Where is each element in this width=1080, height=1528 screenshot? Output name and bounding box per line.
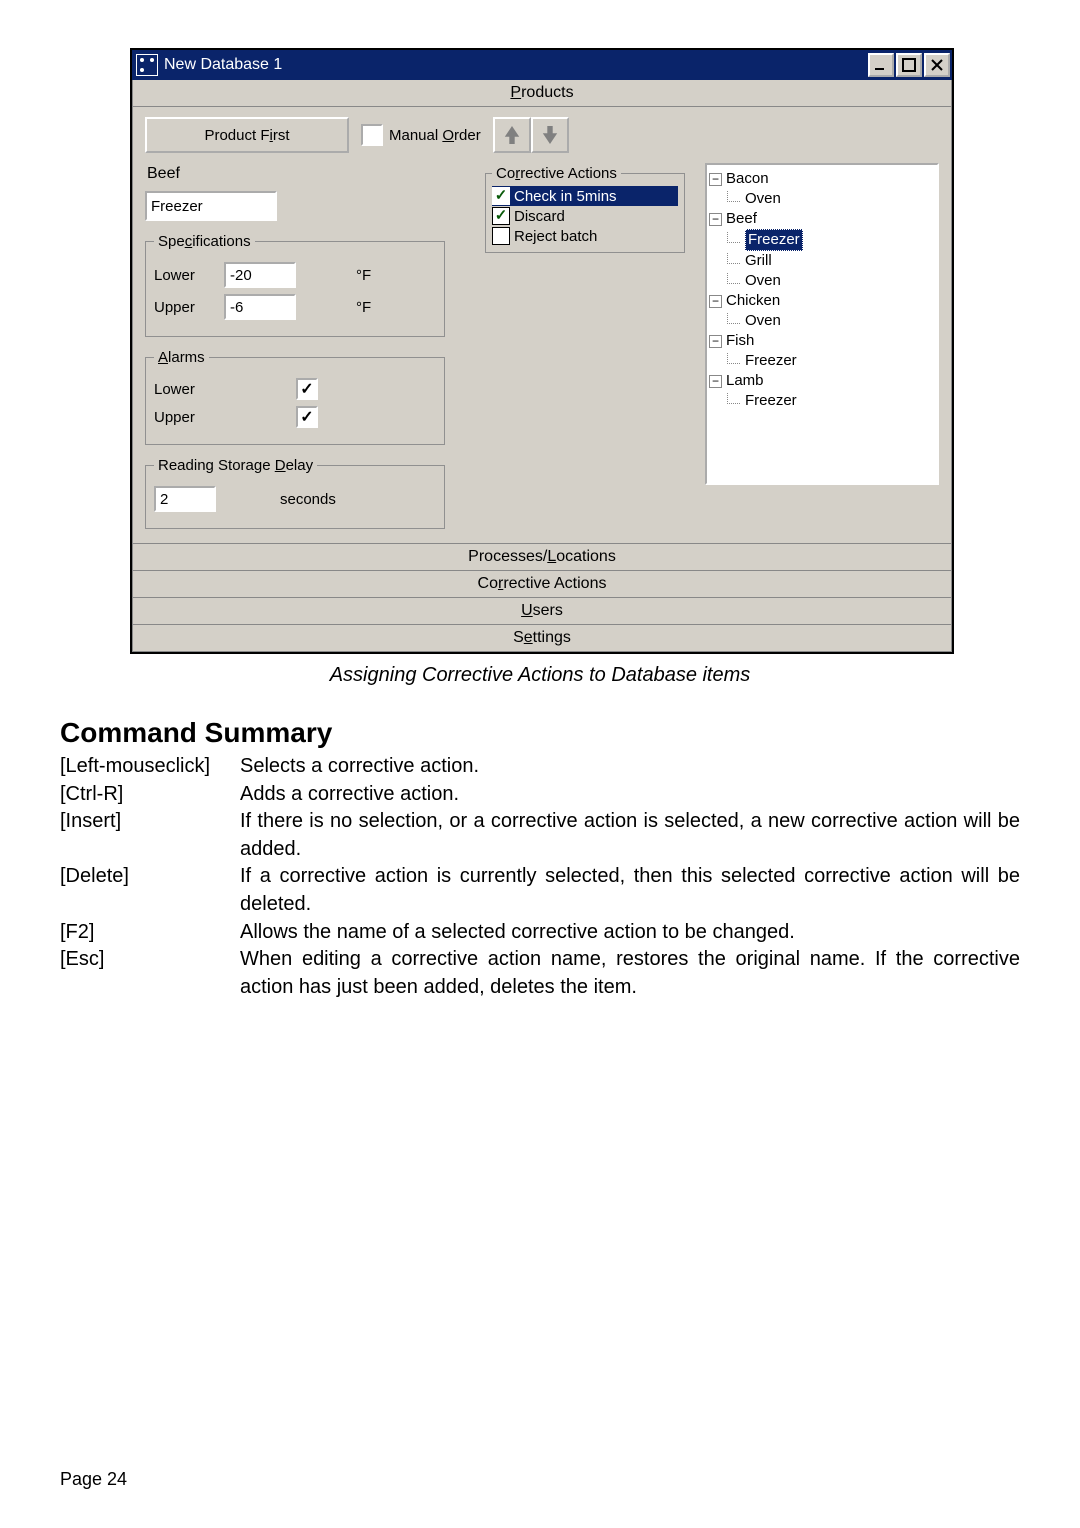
cmd-key: [Ctrl-R] bbox=[60, 781, 240, 809]
minimize-button[interactable] bbox=[868, 53, 894, 77]
reading-delay-input[interactable]: 2 bbox=[154, 486, 216, 512]
tree-expander-icon[interactable]: − bbox=[709, 295, 722, 308]
spec-upper-unit: °F bbox=[356, 299, 371, 316]
accordion-settings[interactable]: SettingsSettings bbox=[132, 625, 952, 652]
tree-node-bacon[interactable]: Bacon bbox=[726, 169, 769, 189]
manual-order-label: Manual Order bbox=[389, 127, 481, 144]
corrective-actions-group: Corrective ActionsCorrective Actions Che… bbox=[485, 165, 685, 253]
ca-item-discard[interactable]: Discard bbox=[492, 206, 678, 226]
figure-caption: Assigning Corrective Actions to Database… bbox=[60, 664, 1020, 687]
spec-lower-input[interactable]: -20 bbox=[224, 262, 296, 288]
alarm-upper-checkbox[interactable] bbox=[296, 406, 318, 428]
cmd-desc: If a corrective action is currently sele… bbox=[240, 863, 1020, 918]
cmd-desc: If there is no selection, or a correctiv… bbox=[240, 808, 1020, 863]
cmd-desc: Adds a corrective action. bbox=[240, 781, 1020, 809]
ca-item-label: Check in 5mins bbox=[514, 188, 617, 205]
cmd-key: [Esc] bbox=[60, 946, 240, 1001]
command-summary-table: [Left-mouseclick]Selects a corrective ac… bbox=[60, 753, 1020, 1001]
tree-node-lamb[interactable]: Lamb bbox=[726, 371, 764, 391]
maximize-button[interactable] bbox=[896, 53, 922, 77]
tree-node-chicken[interactable]: Chicken bbox=[726, 291, 780, 311]
cmd-key: [F2] bbox=[60, 919, 240, 947]
app-window: New Database 1 PProductsroducts bbox=[130, 48, 954, 654]
tree-expander-icon[interactable]: − bbox=[709, 213, 722, 226]
cmd-desc: Selects a corrective action. bbox=[240, 753, 1020, 781]
alarms-group: AlarmsAlarms Lower Upper bbox=[145, 349, 445, 445]
cmd-key: [Delete] bbox=[60, 863, 240, 918]
ca-check-icon bbox=[492, 227, 510, 245]
alarm-upper-label: Upper bbox=[154, 409, 212, 426]
spec-lower-label: Lower bbox=[154, 267, 212, 284]
tree-expander-icon[interactable]: − bbox=[709, 173, 722, 186]
ca-item-label: Discard bbox=[514, 208, 565, 225]
product-tree[interactable]: −Bacon Oven −Beef Freezer Grill Oven −Ch… bbox=[705, 163, 939, 485]
tree-node-lamb-freezer[interactable]: Freezer bbox=[745, 391, 797, 411]
move-down-button[interactable] bbox=[531, 117, 569, 153]
command-summary-heading: Command Summary bbox=[60, 717, 1020, 749]
page-number: Page 24 bbox=[60, 1469, 127, 1490]
cmd-key: [Left-mouseclick] bbox=[60, 753, 240, 781]
title-bar: New Database 1 bbox=[132, 50, 952, 80]
alarm-lower-label: Lower bbox=[154, 381, 212, 398]
cmd-desc: When editing a corrective action name, r… bbox=[240, 946, 1020, 1001]
ca-check-icon bbox=[492, 187, 510, 205]
corrective-actions-legend: Corrective ActionsCorrective Actions bbox=[492, 165, 621, 182]
tree-node-bacon-oven[interactable]: Oven bbox=[745, 189, 781, 209]
tree-node-beef-freezer[interactable]: Freezer bbox=[745, 229, 803, 251]
move-up-button[interactable] bbox=[493, 117, 531, 153]
ca-check-icon bbox=[492, 207, 510, 225]
location-input[interactable]: Freezer bbox=[145, 191, 277, 221]
ca-item-check5[interactable]: Check in 5mins bbox=[492, 186, 678, 206]
manual-order-checkbox[interactable] bbox=[361, 124, 383, 146]
ca-item-label: Reject batch bbox=[514, 228, 597, 245]
product-form: Beef Freezer SpecificationsSpecification… bbox=[145, 163, 483, 529]
tree-node-beef[interactable]: Beef bbox=[726, 209, 757, 229]
tree-node-fish-freezer[interactable]: Freezer bbox=[745, 351, 797, 371]
reading-delay-group: Reading Storage DelayReading Storage Del… bbox=[145, 457, 445, 529]
close-button[interactable] bbox=[924, 53, 950, 77]
alarms-legend: AlarmsAlarms bbox=[154, 349, 209, 366]
app-icon bbox=[136, 54, 158, 76]
reading-delay-unit: seconds bbox=[280, 491, 336, 508]
accordion-corrective[interactable]: Corrective ActionsCorrective Actions bbox=[132, 571, 952, 598]
product-name-label: Beef bbox=[147, 165, 475, 183]
products-toolbar: Product First Product First Manual Order… bbox=[133, 107, 951, 163]
cmd-desc: Allows the name of a selected corrective… bbox=[240, 919, 1020, 947]
specifications-legend: SpecificationsSpecifications bbox=[154, 233, 255, 250]
spec-upper-input[interactable]: -6 bbox=[224, 294, 296, 320]
tree-node-chicken-oven[interactable]: Oven bbox=[745, 311, 781, 331]
spec-upper-label: Upper bbox=[154, 299, 212, 316]
ca-item-reject[interactable]: Reject batch bbox=[492, 226, 678, 246]
cmd-key: [Insert] bbox=[60, 808, 240, 863]
accordion-products[interactable]: PProductsroducts bbox=[132, 80, 952, 107]
specifications-group: SpecificationsSpecifications Lower -20 °… bbox=[145, 233, 445, 337]
alarm-lower-checkbox[interactable] bbox=[296, 378, 318, 400]
accordion-users[interactable]: UsersUsers bbox=[132, 598, 952, 625]
reading-delay-legend: Reading Storage DelayReading Storage Del… bbox=[154, 457, 317, 474]
product-first-button[interactable]: Product First Product First bbox=[145, 117, 349, 153]
window-title: New Database 1 bbox=[164, 56, 866, 74]
tree-node-beef-grill[interactable]: Grill bbox=[745, 251, 772, 271]
tree-expander-icon[interactable]: − bbox=[709, 335, 722, 348]
products-panel: Product First Product First Manual Order… bbox=[132, 107, 952, 544]
spec-lower-unit: °F bbox=[356, 267, 371, 284]
tree-node-beef-oven[interactable]: Oven bbox=[745, 271, 781, 291]
accordion-processes[interactable]: Processes/LocationsProcesses/Locations bbox=[132, 544, 952, 571]
tree-node-fish[interactable]: Fish bbox=[726, 331, 754, 351]
tree-expander-icon[interactable]: − bbox=[709, 375, 722, 388]
